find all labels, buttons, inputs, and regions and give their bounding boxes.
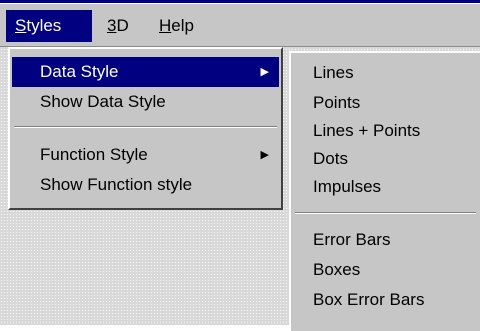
submenu-item-boxes-label: Boxes [313,260,361,279]
menu-item-show-function-style-label: Show Function style [40,175,193,194]
menu-bar: Styles 3D Help [0,3,480,47]
submenu-item-dots-label: Dots [313,149,348,168]
menu-item-function-style[interactable]: Function Style ▶ [12,140,279,170]
submenu-item-points-label: Points [313,93,361,112]
menubar-styles-label: tyles [26,16,62,35]
menu-item-show-data-style-label: Show Data Style [40,92,166,111]
submenu-item-lines-label: Lines [313,63,354,82]
submenu-arrow-icon: ▶ [260,149,269,161]
submenu-item-lines-points[interactable]: Lines + Points [293,116,480,146]
data-style-submenu: Lines Points Lines + Points Dots Impulse… [289,51,480,331]
menubar-3d[interactable]: 3D [98,10,144,42]
menu-item-show-data-style[interactable]: Show Data Style [12,87,279,117]
menubar-help-accel: H [159,16,172,35]
submenu-item-points[interactable]: Points [293,88,480,118]
menu-item-data-style-label: Data Style [40,62,119,81]
menubar-styles-accel: S [15,16,27,35]
menubar-3d-label: D [116,16,129,35]
menu-separator [14,126,277,128]
submenu-item-error-bars[interactable]: Error Bars [293,225,480,255]
submenu-item-error-bars-label: Error Bars [313,230,391,249]
submenu-item-impulses[interactable]: Impulses [293,172,480,202]
submenu-item-lines[interactable]: Lines [293,58,480,88]
menu-item-data-style[interactable]: Data Style ▶ [12,57,279,87]
submenu-item-box-error-bars[interactable]: Box Error Bars [293,285,480,315]
menu-item-show-function-style[interactable]: Show Function style [12,170,279,200]
menu-item-function-style-label: Function Style [40,145,148,164]
menubar-styles[interactable]: Styles [6,10,92,42]
submenu-arrow-icon: ▶ [260,66,269,78]
submenu-item-impulses-label: Impulses [313,177,382,196]
submenu-item-box-error-bars-label: Box Error Bars [313,290,425,309]
submenu-item-boxes[interactable]: Boxes [293,255,480,285]
styles-menu: Data Style ▶ Show Data Style Function St… [8,47,283,210]
submenu-item-lines-points-label: Lines + Points [313,121,421,140]
menubar-help-label: elp [171,16,194,35]
submenu-item-dots[interactable]: Dots [293,144,480,174]
submenu-separator [295,212,476,214]
menubar-help[interactable]: Help [150,10,212,42]
